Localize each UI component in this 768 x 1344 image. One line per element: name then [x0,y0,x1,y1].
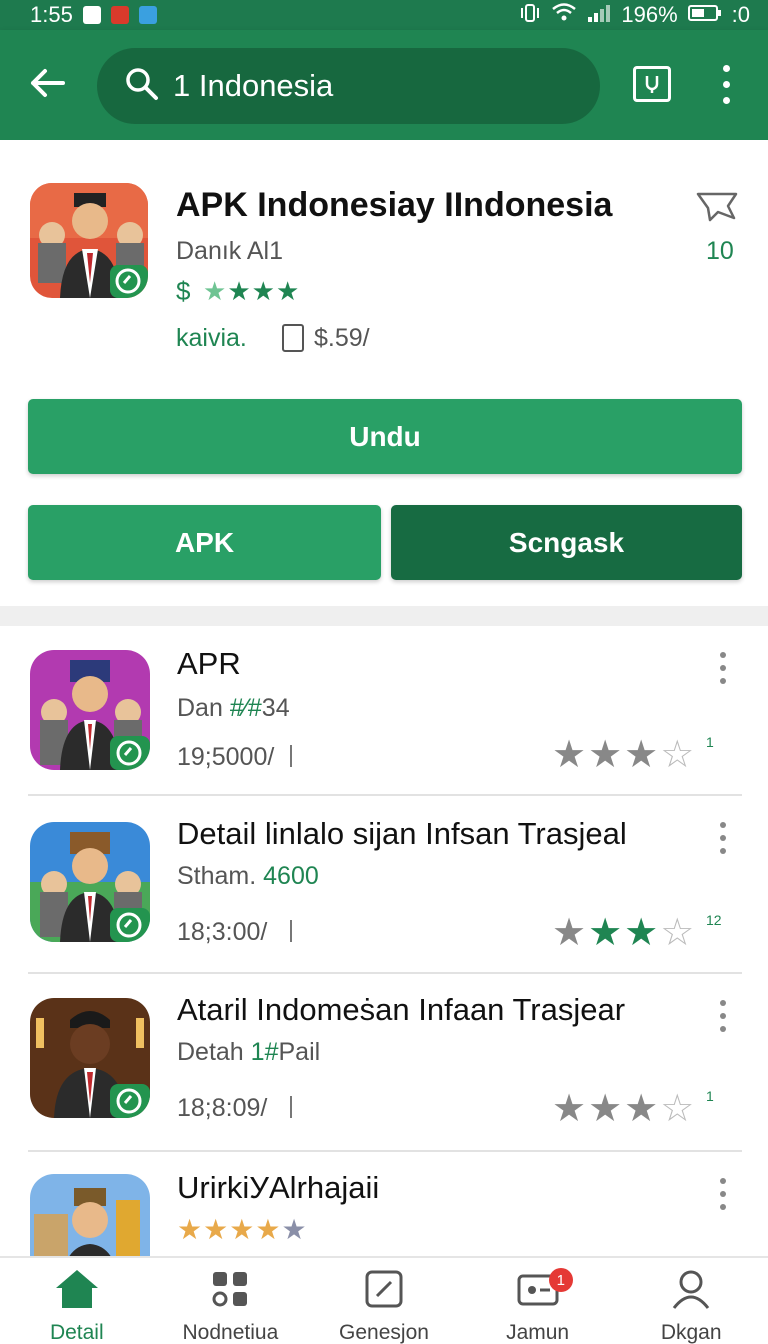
apk-button[interactable]: APK [28,505,381,580]
list-item[interactable]: APR Dan #⁄#34 19;5000/ ★★★☆ 1 [0,626,768,796]
edit-icon [363,1268,405,1315]
app-title: APK Indonesiaу IIndonesia [176,186,613,224]
home-icon [54,1268,100,1315]
size-icon [282,324,304,352]
nav-label: Jamun [506,1321,570,1344]
rating-count: 1 [706,1088,714,1104]
list-item-title: Detail linlalo sijan Infsan Trasjeal [177,816,627,851]
apps-icon [209,1268,251,1315]
list-item-title: UrirkiУAlrhajaii [177,1170,380,1205]
battery-icon [687,2,722,28]
list-item-subtitle: Dan #⁄#34 [177,694,290,722]
star-icon: ★ [251,276,276,306]
overflow-menu-icon[interactable] [716,822,730,854]
nav-label: Genesjon [339,1321,429,1344]
status-bar: 1:55 196% :0 [0,0,768,30]
status-time: 1:55 [30,2,73,27]
list-item-rating: ★★★☆ [552,734,697,776]
overflow-menu-icon[interactable] [716,1000,730,1032]
nav-item-detail[interactable]: Detail [0,1258,154,1344]
search-input[interactable]: 1 Indonesia [97,48,600,124]
install-button[interactable]: Undu [28,399,742,474]
notification-badge: 1 [548,1268,573,1292]
status-battery: 196% [621,2,678,27]
list-item-title: Ataril Indomeṡan Infaan Trasjear [177,992,626,1027]
app-bar: 1 Indonesia [0,30,768,140]
nav-item-jamun[interactable]: 1 Jamun [461,1258,615,1344]
signal-icon [587,2,611,28]
search-query: 1 Indonesia [173,68,334,103]
overflow-menu-icon[interactable] [716,652,730,684]
list-item[interactable]: Ataril Indomeṡan Infaan Trasjear Detah 1… [0,974,768,1150]
wifi-icon [551,2,577,28]
list-item[interactable]: Detail linlalo sijan Infsan Trasjeal Sth… [0,796,768,972]
wishlist-count: 10 [706,237,734,265]
app-price: $ [176,276,191,306]
app-category-link[interactable]: kaivia. [176,324,247,353]
status-extra: :0 [731,2,750,27]
list-item-separator [290,1096,292,1118]
app-size: $.59/ [314,324,370,352]
nav-item-nodnetiua[interactable]: Nodnetiua [154,1258,308,1344]
back-arrow-icon[interactable] [22,58,72,108]
overflow-menu-icon[interactable] [712,60,740,108]
star-icon: ★ [227,276,252,306]
voice-search-icon[interactable] [633,66,671,102]
star-icon: ★ [275,276,301,306]
bottom-navigation: Detail Nodnetiua Genesjon 1 Jamun Dkgan [0,1256,768,1344]
app-developer[interactable]: Danık Al1 [176,237,283,266]
sim-icon [82,6,101,24]
list-item[interactable]: UrirkiУAlrhajaii ★★★★★ [0,1152,768,1256]
list-item-icon [30,998,150,1118]
nav-item-genesjon[interactable]: Genesjon [307,1258,461,1344]
list-item-icon [30,1174,150,1256]
list-item-separator [290,745,292,767]
list-item-separator [290,920,292,942]
nav-label: Nodnetiua [182,1321,279,1344]
list-item-icon [30,650,150,770]
vibrate-icon [519,2,541,28]
rating-count: 12 [706,912,722,928]
overflow-menu-icon[interactable] [716,1178,730,1210]
section-divider [0,606,768,626]
star-icon: ★ [203,276,228,306]
app-icon [30,183,148,298]
app-notification-icon [138,6,157,24]
list-item-title: APR [177,646,241,681]
wishlist-icon[interactable] [696,190,738,222]
list-item-meta: 18;8:09/ [177,1094,268,1122]
nav-item-dkgan[interactable]: Dkgan [614,1258,768,1344]
list-item-subtitle: Detah 1#Pail [177,1038,321,1066]
person-icon [670,1268,712,1315]
list-item-meta: 18;3:00/ [177,918,268,946]
list-item-rating: ★★★☆ [552,912,697,954]
app-rating: ★★★★ [203,276,300,307]
download-notification-icon [110,6,129,24]
list-item-icon [30,822,150,942]
nav-label: Dkgan [660,1321,722,1344]
search-icon [125,67,159,106]
rating-count: 1 [706,734,714,750]
nav-label: Detail [49,1321,104,1344]
list-item-rating: ★★★☆ [552,1088,697,1130]
share-button[interactable]: Scngask [391,505,742,580]
list-item-meta: 19;5000/ [177,743,275,771]
list-item-rating: ★★★★★ [177,1214,308,1245]
list-item-subtitle: Stham. 4600 [177,862,319,890]
